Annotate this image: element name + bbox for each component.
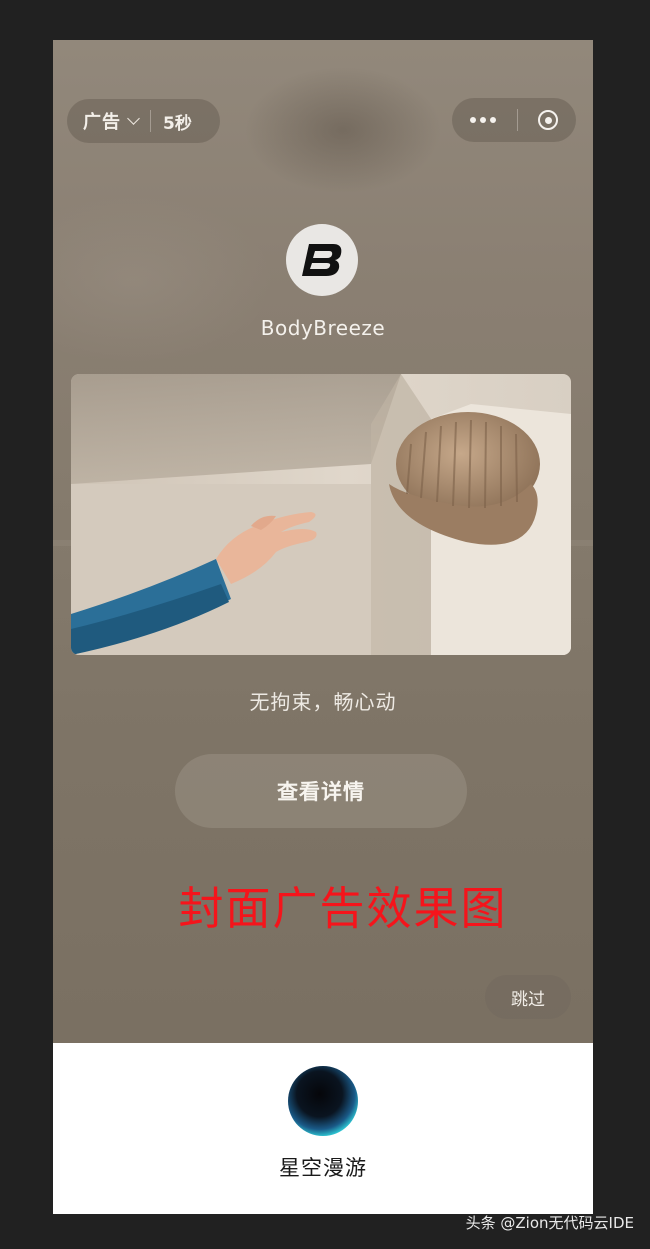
hero-image[interactable] [71,374,571,655]
phone-screen: 广告 5秒 BodyBreeze 无拘束，畅心动 查看详情 封面广告效果图 跳过… [53,40,593,1214]
close-target-icon[interactable] [538,110,558,130]
app-logo-icon [288,1066,358,1136]
splash-ad-area[interactable]: 广告 5秒 BodyBreeze 无拘束，畅心动 查看详情 封面广告效果图 跳过 [53,40,593,1043]
app-name: 星空漫游 [279,1156,367,1180]
ad-badge-capsule[interactable]: 广告 5秒 [67,99,220,143]
view-details-button[interactable]: 查看详情 [175,754,467,828]
overlay-caption: 封面广告效果图 [178,882,508,935]
brand-b-icon [302,244,342,276]
brand-name: BodyBreeze [260,316,386,340]
watermark: 头条 @Zion无代码云IDE [465,1214,634,1232]
ad-tagline: 无拘束，畅心动 [249,690,397,714]
countdown-timer: 5秒 [163,113,192,134]
brand-logo [286,224,358,296]
ad-label: 广告 [83,112,121,133]
more-dots-icon[interactable] [470,117,496,123]
chevron-down-icon [127,111,140,125]
divider [516,109,518,131]
skip-button[interactable]: 跳过 [485,975,571,1019]
mini-program-capsule [452,98,576,142]
divider [150,110,151,132]
